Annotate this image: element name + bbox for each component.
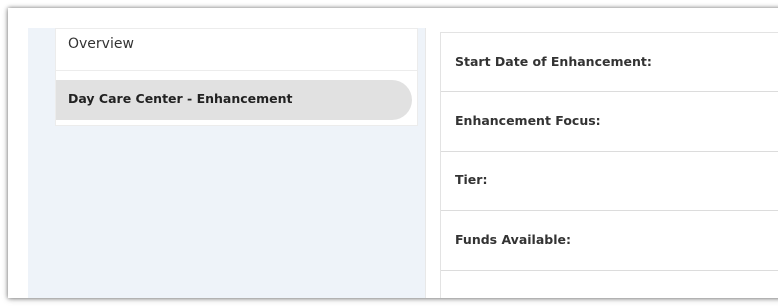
sidebar-item-label: Overview [68, 36, 134, 52]
field-label: Enhancement Focus: [455, 113, 601, 128]
detail-row-enhancement-focus: Enhancement Focus: [441, 92, 778, 152]
field-label: Start Date of Enhancement: [455, 54, 652, 69]
sidebar-item-day-care-center-enhancement[interactable]: Day Care Center - Enhancement [56, 80, 412, 120]
detail-row-tier: Tier: [441, 152, 778, 211]
detail-row-funds-available: Funds Available: [441, 211, 778, 271]
panel-divider [425, 28, 426, 298]
sidebar-item-overview[interactable]: Overview [56, 29, 417, 71]
app-window: Overview Day Care Center - Enhancement S… [8, 8, 778, 298]
detail-row-start-date: Start Date of Enhancement: [441, 33, 778, 92]
details-panel: Start Date of Enhancement: Enhancement F… [440, 32, 778, 298]
sidebar-panel: Overview Day Care Center - Enhancement [28, 28, 425, 298]
sidebar-item-label: Day Care Center - Enhancement [68, 91, 293, 106]
field-label: Funds Available: [455, 232, 571, 247]
sidebar-nav: Overview Day Care Center - Enhancement [55, 28, 418, 126]
field-label: Tier: [455, 172, 488, 187]
